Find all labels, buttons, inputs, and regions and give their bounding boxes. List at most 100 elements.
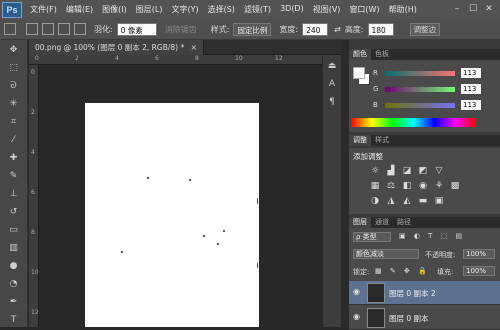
gradient-tool-icon[interactable]: ▥ — [4, 241, 24, 256]
layer-filter-icons[interactable]: ▣ ◐ T ⬚ ▤ — [399, 232, 465, 240]
menu-view[interactable]: 视图(V) — [313, 4, 341, 15]
intersect-selection-icon[interactable] — [74, 23, 86, 35]
antialias-checkbox[interactable]: 消除锯齿 — [165, 24, 197, 35]
menu-help[interactable]: 帮助(H) — [389, 4, 417, 15]
menu-type[interactable]: 文字(Y) — [171, 4, 198, 15]
levels-icon[interactable]: ▟ — [385, 166, 397, 176]
blue-value-input[interactable]: 113 — [461, 100, 481, 110]
eye-icon[interactable]: ◉ — [353, 287, 363, 297]
opacity-input[interactable]: 100% — [463, 249, 495, 259]
lock-label: 锁定: — [353, 268, 370, 276]
photo-filter-icon[interactable]: ◉ — [417, 181, 429, 191]
tab-paths[interactable]: 路径 — [393, 217, 415, 228]
document-tab-title: 00.png @ 100% (图层 0 副本 2, RGB/8) * — [35, 43, 185, 52]
lasso-tool-icon[interactable]: ᘐ — [4, 79, 24, 94]
invert-icon[interactable]: ◑ — [369, 196, 381, 206]
brightness-icon[interactable]: ☼ — [369, 166, 381, 176]
tab-color[interactable]: 颜色 — [349, 49, 371, 60]
document-canvas[interactable] — [85, 103, 259, 327]
green-slider[interactable] — [385, 87, 455, 92]
layer-row[interactable]: ◉ 图层 0 副本 2 — [349, 281, 500, 305]
ruler-mark: 0 — [35, 55, 39, 62]
crop-tool-icon[interactable]: ⌗ — [4, 115, 24, 130]
document-tab[interactable]: 00.png @ 100% (图层 0 副本 2, RGB/8) * × — [29, 40, 204, 55]
image-speck — [257, 263, 258, 268]
new-selection-icon[interactable] — [26, 23, 38, 35]
marquee-tool-icon[interactable] — [4, 23, 16, 35]
character-icon[interactable]: A — [326, 78, 339, 91]
tab-channels[interactable]: 通道 — [371, 217, 393, 228]
height-input[interactable]: 180 — [367, 22, 394, 36]
swap-icon[interactable]: ⇄ — [334, 25, 341, 34]
tab-styles[interactable]: 样式 — [371, 135, 393, 146]
refine-edge-button[interactable]: 调整边 — [409, 22, 441, 36]
clone-stamp-icon[interactable]: ⊥ — [4, 187, 24, 202]
menu-layer[interactable]: 图层(L) — [136, 4, 163, 15]
layer-row[interactable]: ◉ 图层 0 副本 — [349, 306, 500, 330]
curves-icon[interactable]: ◪ — [401, 166, 413, 176]
eyedropper-icon[interactable]: ⁄ — [4, 133, 24, 148]
vibrance-icon[interactable]: ▽ — [433, 166, 445, 176]
foreground-color-swatch[interactable] — [353, 67, 365, 79]
magic-wand-icon[interactable]: ✳ — [4, 97, 24, 112]
collapsed-panel-strip: ⏏ A ¶ — [322, 55, 341, 327]
adjustment-row: ☼ ▟ ◪ ◩ ▽ — [369, 166, 449, 176]
channel-mixer-icon[interactable]: ⚘ — [433, 181, 445, 191]
exposure-icon[interactable]: ◩ — [417, 166, 429, 176]
add-selection-icon[interactable] — [42, 23, 54, 35]
type-tool-icon[interactable]: T — [4, 313, 24, 328]
dodge-tool-icon[interactable]: ◔ — [4, 277, 24, 292]
eye-icon[interactable]: ◉ — [353, 312, 363, 322]
close-icon[interactable]: × — [191, 43, 197, 52]
color-spectrum[interactable] — [351, 118, 476, 127]
style-select[interactable]: 固定比例 — [233, 22, 272, 36]
blur-tool-icon[interactable]: ● — [4, 259, 24, 274]
brush-tool-icon[interactable]: ✎ — [4, 169, 24, 184]
red-slider[interactable] — [385, 71, 455, 76]
menu-image[interactable]: 图像(I) — [102, 4, 127, 15]
color-balance-icon[interactable]: ⚖ — [385, 181, 397, 191]
posterize-icon[interactable]: ◮ — [385, 196, 397, 206]
blend-mode-select[interactable]: 颜色减淡 — [353, 249, 419, 259]
minimize-icon[interactable]: – — [450, 2, 464, 16]
color-lookup-icon[interactable]: ▩ — [449, 181, 461, 191]
threshold-icon[interactable]: ◭ — [401, 196, 413, 206]
blue-slider[interactable] — [385, 103, 455, 108]
ruler-mark: 10 — [235, 55, 243, 62]
tab-adjustments[interactable]: 调整 — [349, 135, 371, 146]
menu-3d[interactable]: 3D(D) — [280, 4, 304, 15]
feather-input[interactable]: 0 像素 — [116, 22, 157, 36]
menu-filter[interactable]: 滤镜(T) — [244, 4, 271, 15]
lock-icons[interactable]: ▦ ✎ ✥ 🔒 — [375, 267, 430, 275]
tab-swatches[interactable]: 色板 — [371, 49, 393, 60]
gradient-map-icon[interactable]: ▬ — [417, 196, 429, 206]
menu-file[interactable]: 文件(F) — [30, 4, 57, 15]
menu-window[interactable]: 窗口(W) — [349, 4, 379, 15]
width-input[interactable]: 240 — [302, 22, 329, 36]
canvas-area[interactable] — [39, 65, 341, 327]
marquee-tool-icon[interactable]: ⬚ — [4, 61, 24, 76]
eraser-tool-icon[interactable]: ▭ — [4, 223, 24, 238]
subtract-selection-icon[interactable] — [58, 23, 70, 35]
maximize-icon[interactable]: ☐ — [466, 2, 480, 16]
black-white-icon[interactable]: ◧ — [401, 181, 413, 191]
tab-layers[interactable]: 图层 — [349, 217, 371, 228]
layer-filter-select[interactable]: ρ 类型 — [353, 232, 391, 242]
pen-tool-icon[interactable]: ✒ — [4, 295, 24, 310]
fill-input[interactable]: 100% — [463, 266, 495, 276]
red-value-input[interactable]: 113 — [461, 68, 481, 78]
hue-saturation-icon[interactable]: ▦ — [369, 181, 381, 191]
adjustment-row: ▦ ⚖ ◧ ◉ ⚘ ▩ — [369, 181, 465, 191]
history-brush-icon[interactable]: ↺ — [4, 205, 24, 220]
selective-color-icon[interactable]: ▣ — [433, 196, 445, 206]
image-speck — [257, 198, 258, 204]
paragraph-icon[interactable]: ¶ — [326, 96, 339, 109]
history-icon[interactable]: ⏏ — [326, 60, 339, 73]
move-tool-icon[interactable]: ✥ — [4, 43, 24, 58]
menu-select[interactable]: 选择(S) — [208, 4, 235, 15]
image-speck — [203, 235, 205, 237]
healing-brush-icon[interactable]: ✚ — [4, 151, 24, 166]
green-value-input[interactable]: 113 — [461, 84, 481, 94]
menu-edit[interactable]: 编辑(E) — [66, 4, 93, 15]
close-icon[interactable]: ✕ — [482, 2, 496, 16]
